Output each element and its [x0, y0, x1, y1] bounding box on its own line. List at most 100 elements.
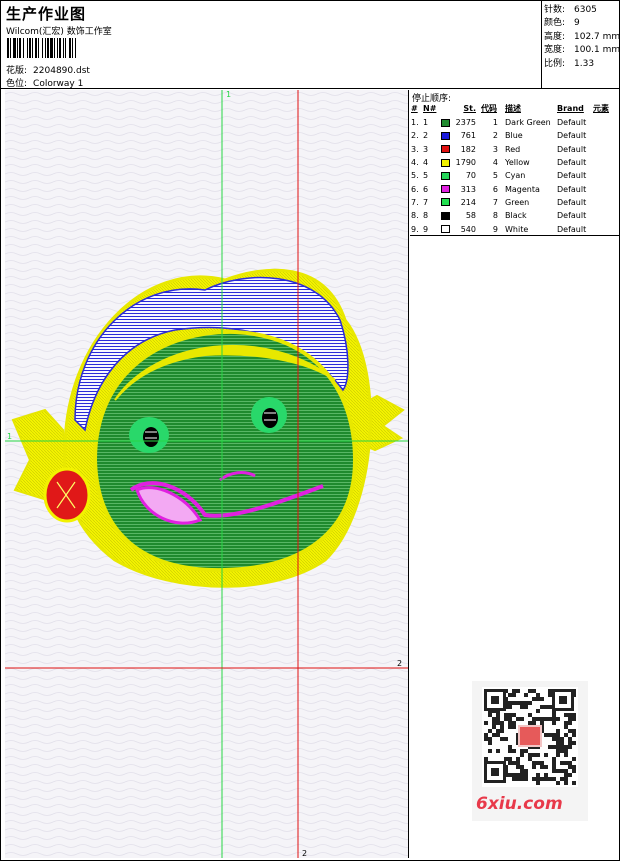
- qr-module: [568, 761, 572, 765]
- qr-module: [508, 725, 512, 729]
- qr-module: [508, 701, 512, 705]
- qr-module: [556, 753, 560, 757]
- qr-module: [564, 773, 568, 777]
- row-code: 6: [492, 184, 498, 194]
- stitch-count: 58: [465, 211, 476, 221]
- row-index: 5.: [411, 171, 419, 181]
- qr-module: [532, 761, 536, 765]
- qr-module: [512, 749, 516, 753]
- table-row: 7. 7 214 7 Green Default: [410, 196, 619, 209]
- stat-stitches: 针数: 6305: [544, 5, 597, 15]
- qr-module: [520, 765, 524, 769]
- qr-module: [540, 761, 544, 765]
- qr-module: [508, 717, 512, 721]
- sheet-header: 生产作业图 Wilcom(汇宏) 数饰工作室 花版: 2204890.dst 色位…: [1, 1, 620, 89]
- row-stitches: 70: [440, 169, 480, 182]
- qr-module: [568, 765, 572, 769]
- qr-module: [516, 701, 520, 705]
- qr-module: [504, 737, 508, 741]
- row-element: [592, 129, 619, 142]
- row-stitches: 1790: [440, 156, 480, 169]
- design-file: 2204890.dst: [33, 66, 90, 76]
- row-element: [592, 169, 619, 182]
- qr-module: [544, 717, 548, 721]
- qr-module: [544, 733, 548, 737]
- qr-module: [536, 693, 540, 697]
- qr-module: [564, 713, 568, 717]
- table-row: 9. 9 540 9 White Default: [410, 222, 619, 235]
- qr-module: [540, 765, 544, 769]
- row-brand: Default: [557, 184, 587, 194]
- qr-module: [556, 729, 560, 733]
- qr-module: [488, 749, 492, 753]
- qr-module: [544, 705, 548, 709]
- design-file-line: 花版: 2204890.dst: [6, 63, 90, 76]
- row-n: 2: [423, 131, 429, 141]
- qr-module: [508, 773, 512, 777]
- qr-module: [516, 777, 520, 781]
- row-element: [592, 209, 619, 222]
- row-desc: Yellow: [505, 158, 530, 168]
- qr-module: [508, 745, 512, 749]
- watermark: 6xiu.com: [472, 681, 588, 821]
- table-row: 1. 1 2375 1 Dark Green Default: [410, 116, 619, 129]
- qr-module: [552, 737, 556, 741]
- row-stitches: 313: [440, 182, 480, 195]
- qr-module: [564, 781, 568, 785]
- qr-module: [568, 741, 572, 745]
- qr-module: [540, 705, 544, 709]
- qr-module: [568, 713, 572, 717]
- col-desc: 描述: [505, 104, 521, 113]
- qr-module: [496, 713, 500, 717]
- qr-module: [552, 717, 556, 721]
- guide-h2-label: 2: [397, 659, 402, 668]
- qr-module: [496, 729, 500, 733]
- design-label: 花版:: [6, 66, 28, 76]
- qr-module: [528, 757, 532, 761]
- qr-module: [548, 689, 552, 693]
- qr-module: [500, 729, 504, 733]
- qr-module: [560, 761, 564, 765]
- row-brand: Default: [557, 197, 587, 207]
- qr-module: [560, 745, 564, 749]
- row-stitches: 540: [440, 222, 480, 235]
- qr-module: [520, 717, 524, 721]
- qr-module: [564, 745, 568, 749]
- qr-module: [491, 696, 499, 704]
- watermark-site: 6xiu.com: [476, 794, 563, 814]
- qr-module: [564, 721, 568, 725]
- qr-module: [512, 777, 516, 781]
- qr-module: [540, 697, 544, 701]
- row-element: [592, 182, 619, 195]
- qr-module: [568, 737, 572, 741]
- stitch-count: 313: [460, 184, 476, 194]
- qr-module: [512, 773, 516, 777]
- qr-module: [532, 753, 536, 757]
- table-row: 3. 3 182 3 Red Default: [410, 143, 619, 156]
- qr-module: [544, 765, 548, 769]
- qr-module: [532, 717, 536, 721]
- qr-module: [504, 713, 508, 717]
- row-desc: Red: [505, 144, 521, 154]
- qr-module: [568, 773, 572, 777]
- qr-module: [516, 773, 520, 777]
- qr-module: [524, 749, 528, 753]
- qr-module: [560, 749, 564, 753]
- qr-code: [482, 687, 578, 787]
- qr-module: [564, 749, 568, 753]
- stat-height: 高度: 102.7 mm: [544, 31, 620, 42]
- qr-module: [556, 741, 560, 745]
- right-eye: [262, 408, 278, 428]
- color-swatch: [441, 185, 450, 194]
- qr-module: [520, 773, 524, 777]
- qr-module: [492, 733, 496, 737]
- qr-module: [572, 713, 576, 717]
- qr-module: [524, 773, 528, 777]
- table-row: 6. 6 313 6 Magenta Default: [410, 182, 619, 195]
- qr-module: [572, 733, 576, 737]
- qr-module: [568, 717, 572, 721]
- qr-module: [512, 725, 516, 729]
- production-sheet: 生产作业图 Wilcom(汇宏) 数饰工作室 花版: 2204890.dst 色位…: [0, 0, 620, 861]
- qr-module: [516, 765, 520, 769]
- barcode-bar: [76, 38, 77, 58]
